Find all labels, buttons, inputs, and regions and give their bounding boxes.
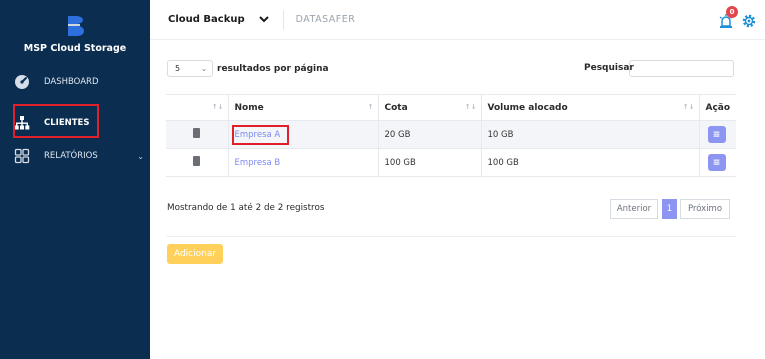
row-name-cell: Empresa A [227,120,378,149]
brand-name: MSP Cloud Storage [23,42,127,54]
row-name-cell: Empresa B [227,148,378,177]
chevron-down-icon: ⌄ [201,64,207,73]
building-icon [193,128,201,138]
chevron-down-icon[interactable] [258,13,269,26]
sidebar-item-label: DASHBOARD [44,77,99,87]
page-length-select[interactable]: 5 ⌄ [167,60,213,77]
row-action-cell: ≡ [698,148,736,177]
add-button[interactable]: Adicionar [167,244,223,264]
highlight-empresa-a [231,125,289,145]
table-length-controls: 5 ⌄ resultados por página [167,60,329,77]
table-header-row: ↑↓ Nome ↑ Cota ↑↓ Volume alocado ↑↓ Ação [166,94,736,121]
divider [282,9,284,30]
next-page-button[interactable]: Próximo [680,199,730,219]
highlight-clientes [13,104,99,138]
sidebar-item-relatorios[interactable]: RELATÓRIOS ⌄ [0,141,150,171]
divider [166,236,736,237]
column-header-nome[interactable]: Nome ↑ [227,94,378,121]
sort-icon: ↑ [367,103,374,111]
table-info: Mostrando de 1 até 2 de 2 registros [167,203,325,213]
sort-icon: ↑↓ [464,103,477,111]
column-header-cota[interactable]: Cota ↑↓ [377,94,481,121]
building-icon [193,156,201,166]
topbar: Cloud Backup DATASAFER 0 [150,0,765,40]
row-action-cell: ≡ [698,120,736,149]
sort-icon: ↑↓ [682,103,695,111]
app-name: Cloud Backup [168,14,245,25]
chevron-down-icon: ⌄ [137,151,144,161]
search-label: Pesquisar [584,63,634,73]
pagination: Anterior 1 Próximo [610,199,730,219]
search-input[interactable] [629,60,734,77]
product-name: DATASAFER [295,14,356,25]
previous-page-button[interactable]: Anterior [610,199,658,219]
sidebar-item-dashboard[interactable]: DASHBOARD [0,67,150,97]
page-1-button[interactable]: 1 [662,199,677,219]
brand: MSP Cloud Storage [0,0,150,62]
row-quota-cell: 20 GB [377,120,481,149]
table-row: Empresa A 20 GB 10 GB ≡ [166,120,736,149]
row-quota-cell: 100 GB [377,148,481,177]
actions-menu-button[interactable]: ≡ [707,126,726,143]
page-length-label: resultados por página [217,63,329,74]
row-icon-cell [166,120,228,149]
actions-menu-button[interactable]: ≡ [707,154,726,171]
client-link[interactable]: Empresa B [235,158,281,168]
gear-icon[interactable] [741,13,757,29]
dashboard-gauge-icon [14,74,30,90]
table-row: Empresa B 100 GB 100 GB ≡ [166,148,736,177]
row-volume-cell: 10 GB [480,120,699,149]
row-icon-cell [166,148,228,177]
sidebar: MSP Cloud Storage DASHBOARD CLIENTES REL… [0,0,150,359]
sidebar-item-label: RELATÓRIOS [44,151,98,161]
sort-icon: ↑↓ [211,103,224,111]
page-length-value: 5 [175,64,181,73]
column-header-icon[interactable]: ↑↓ [166,94,228,121]
brand-logo-icon [68,15,84,36]
grid-reports-icon [14,148,30,164]
column-header-acao: Ação [698,94,736,121]
column-header-volume[interactable]: Volume alocado ↑↓ [480,94,699,121]
row-volume-cell: 100 GB [480,148,699,177]
clients-table: ↑↓ Nome ↑ Cota ↑↓ Volume alocado ↑↓ Ação Em… [166,94,736,177]
notification-badge: 0 [726,6,738,18]
